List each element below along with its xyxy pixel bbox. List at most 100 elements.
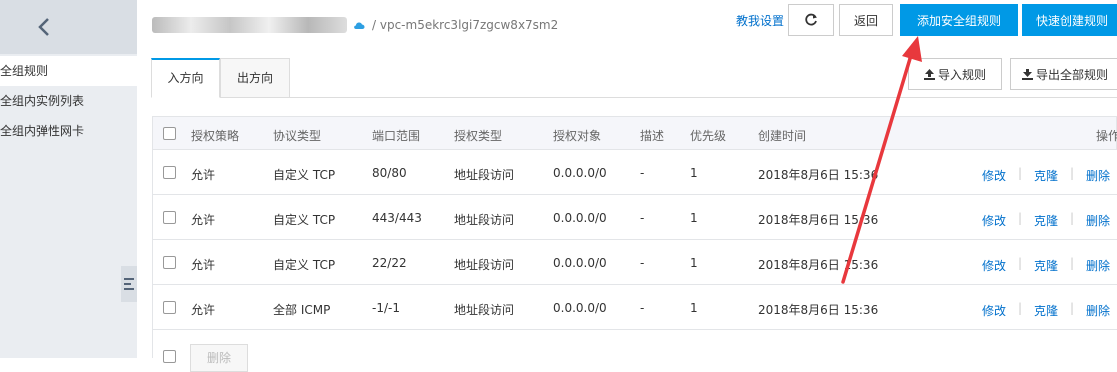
- back-nav-button[interactable]: [0, 0, 137, 54]
- cloud-icon: [354, 22, 365, 29]
- modify-link[interactable]: 修改: [982, 302, 1006, 319]
- cell-protocol: 自定义 TCP: [273, 213, 336, 227]
- header-protocol: 协议类型: [273, 129, 322, 143]
- cell-auth-object: 0.0.0.0/0: [553, 166, 607, 180]
- clone-link[interactable]: 克隆: [1034, 212, 1058, 229]
- sidebar: 全组规则 全组内实例列表 全组内弹性网卡: [0, 0, 137, 358]
- cell-protocol: 自定义 TCP: [273, 258, 336, 272]
- cell-description: -: [640, 211, 645, 225]
- cell-auth-type: 地址段访问: [454, 258, 515, 272]
- cell-priority: 1: [690, 211, 698, 225]
- collapse-icon: [124, 278, 134, 290]
- cell-description: -: [640, 301, 645, 315]
- modify-link[interactable]: 修改: [982, 167, 1006, 184]
- header-created: 创建时间: [758, 129, 807, 143]
- sidebar-item-label: 全组规则: [0, 64, 49, 78]
- import-rules-button[interactable]: 导入规则: [908, 58, 1002, 90]
- header-description: 描述: [640, 129, 665, 143]
- table-row: 允许 全部 ICMP -1/-1 地址段访问 0.0.0.0/0 - 1 201…: [152, 285, 1117, 330]
- cell-priority: 1: [690, 301, 698, 315]
- tab-label: 出方向: [236, 71, 273, 85]
- batch-delete-button[interactable]: 删除: [190, 344, 248, 372]
- action-separator: |: [1070, 166, 1075, 180]
- header-policy: 授权策略: [191, 129, 240, 143]
- table-footer: 删除: [152, 330, 1117, 372]
- download-icon: [1021, 68, 1033, 80]
- cell-policy: 允许: [191, 303, 216, 317]
- header-auth-object: 授权对象: [553, 129, 602, 143]
- sidebar-item-eni[interactable]: 全组内弹性网卡: [0, 116, 137, 146]
- action-separator: |: [1018, 301, 1023, 315]
- cell-created: 2018年8月6日 15:36: [758, 303, 879, 317]
- table-row: 允许 自定义 TCP 22/22 地址段访问 0.0.0.0/0 - 1 201…: [152, 240, 1117, 285]
- action-separator: |: [1070, 256, 1075, 270]
- cell-port: -1/-1: [372, 301, 400, 315]
- sidebar-collapse-button[interactable]: [121, 266, 137, 302]
- sidebar-item-rules[interactable]: 全组规则: [0, 56, 137, 86]
- upload-icon: [923, 68, 935, 80]
- row-checkbox[interactable]: [163, 211, 176, 224]
- cell-protocol: 自定义 TCP: [273, 168, 336, 182]
- cell-policy: 允许: [191, 213, 216, 227]
- cell-auth-type: 地址段访问: [454, 213, 515, 227]
- quick-create-rule-button[interactable]: 快速创建规则: [1022, 4, 1117, 36]
- delete-link[interactable]: 删除: [1086, 302, 1110, 319]
- clone-link[interactable]: 克隆: [1034, 167, 1058, 184]
- cell-created: 2018年8月6日 15:36: [758, 213, 879, 227]
- cell-priority: 1: [690, 256, 698, 270]
- vpc-id: / vpc-m5ekrc3lgi7zgcw8x7sm2: [372, 18, 559, 32]
- header-actions: 操作: [1096, 129, 1117, 143]
- sidebar-item-instances[interactable]: 全组内实例列表: [0, 86, 137, 116]
- chevron-left-icon: [37, 18, 49, 36]
- add-security-rule-button[interactable]: 添加安全组规则: [900, 4, 1018, 36]
- action-separator: |: [1018, 211, 1023, 225]
- cell-port: 80/80: [372, 166, 407, 180]
- cell-auth-type: 地址段访问: [454, 303, 515, 317]
- table-row: 允许 自定义 TCP 443/443 地址段访问 0.0.0.0/0 - 1 2…: [152, 195, 1117, 240]
- cell-created: 2018年8月6日 15:36: [758, 168, 879, 182]
- row-checkbox[interactable]: [163, 301, 176, 314]
- sidebar-item-label: 全组内实例列表: [0, 94, 85, 108]
- cell-description: -: [640, 256, 645, 270]
- tab-outbound[interactable]: 出方向: [220, 58, 290, 98]
- page-title: / vpc-m5ekrc3lgi7zgcw8x7sm2: [152, 12, 558, 38]
- cell-auth-type: 地址段访问: [454, 168, 515, 182]
- back-button[interactable]: 返回: [839, 4, 893, 36]
- cell-protocol: 全部 ICMP: [273, 303, 331, 317]
- cell-policy: 允许: [191, 258, 216, 272]
- delete-link[interactable]: 删除: [1086, 212, 1110, 229]
- tab-label: 入方向: [167, 71, 204, 85]
- header-auth-type: 授权类型: [454, 129, 503, 143]
- row-checkbox[interactable]: [163, 256, 176, 269]
- tab-inbound[interactable]: 入方向: [151, 58, 220, 98]
- refresh-button[interactable]: [788, 4, 834, 36]
- cell-description: -: [640, 166, 645, 180]
- tabs-divider: [290, 97, 1117, 98]
- delete-link[interactable]: 删除: [1086, 257, 1110, 274]
- action-separator: |: [1070, 301, 1075, 315]
- modify-link[interactable]: 修改: [982, 212, 1006, 229]
- refresh-icon: [805, 13, 817, 26]
- export-all-rules-button[interactable]: 导出全部规则: [1010, 58, 1117, 90]
- table-header: 授权策略 协议类型 端口范围 授权类型 授权对象 描述 优先级 创建时间 操作: [152, 116, 1117, 150]
- select-all-checkbox[interactable]: [163, 127, 176, 140]
- tutorial-link[interactable]: 教我设置: [734, 4, 786, 36]
- action-separator: |: [1018, 256, 1023, 270]
- sidebar-item-label: 全组内弹性网卡: [0, 124, 85, 138]
- cell-priority: 1: [690, 166, 698, 180]
- action-separator: |: [1018, 166, 1023, 180]
- export-all-rules-label: 导出全部规则: [1035, 67, 1108, 82]
- header-port: 端口范围: [372, 129, 421, 143]
- clone-link[interactable]: 克隆: [1034, 302, 1058, 319]
- row-checkbox[interactable]: [163, 166, 176, 179]
- cell-auth-object: 0.0.0.0/0: [553, 211, 607, 225]
- cell-created: 2018年8月6日 15:36: [758, 258, 879, 272]
- cell-auth-object: 0.0.0.0/0: [553, 256, 607, 270]
- delete-link[interactable]: 删除: [1086, 167, 1110, 184]
- cell-auth-object: 0.0.0.0/0: [553, 301, 607, 315]
- table-row: 允许 自定义 TCP 80/80 地址段访问 0.0.0.0/0 - 1 201…: [152, 150, 1117, 195]
- modify-link[interactable]: 修改: [982, 257, 1006, 274]
- clone-link[interactable]: 克隆: [1034, 257, 1058, 274]
- blurred-group-name: [152, 17, 347, 33]
- footer-select-all-checkbox[interactable]: [163, 350, 176, 363]
